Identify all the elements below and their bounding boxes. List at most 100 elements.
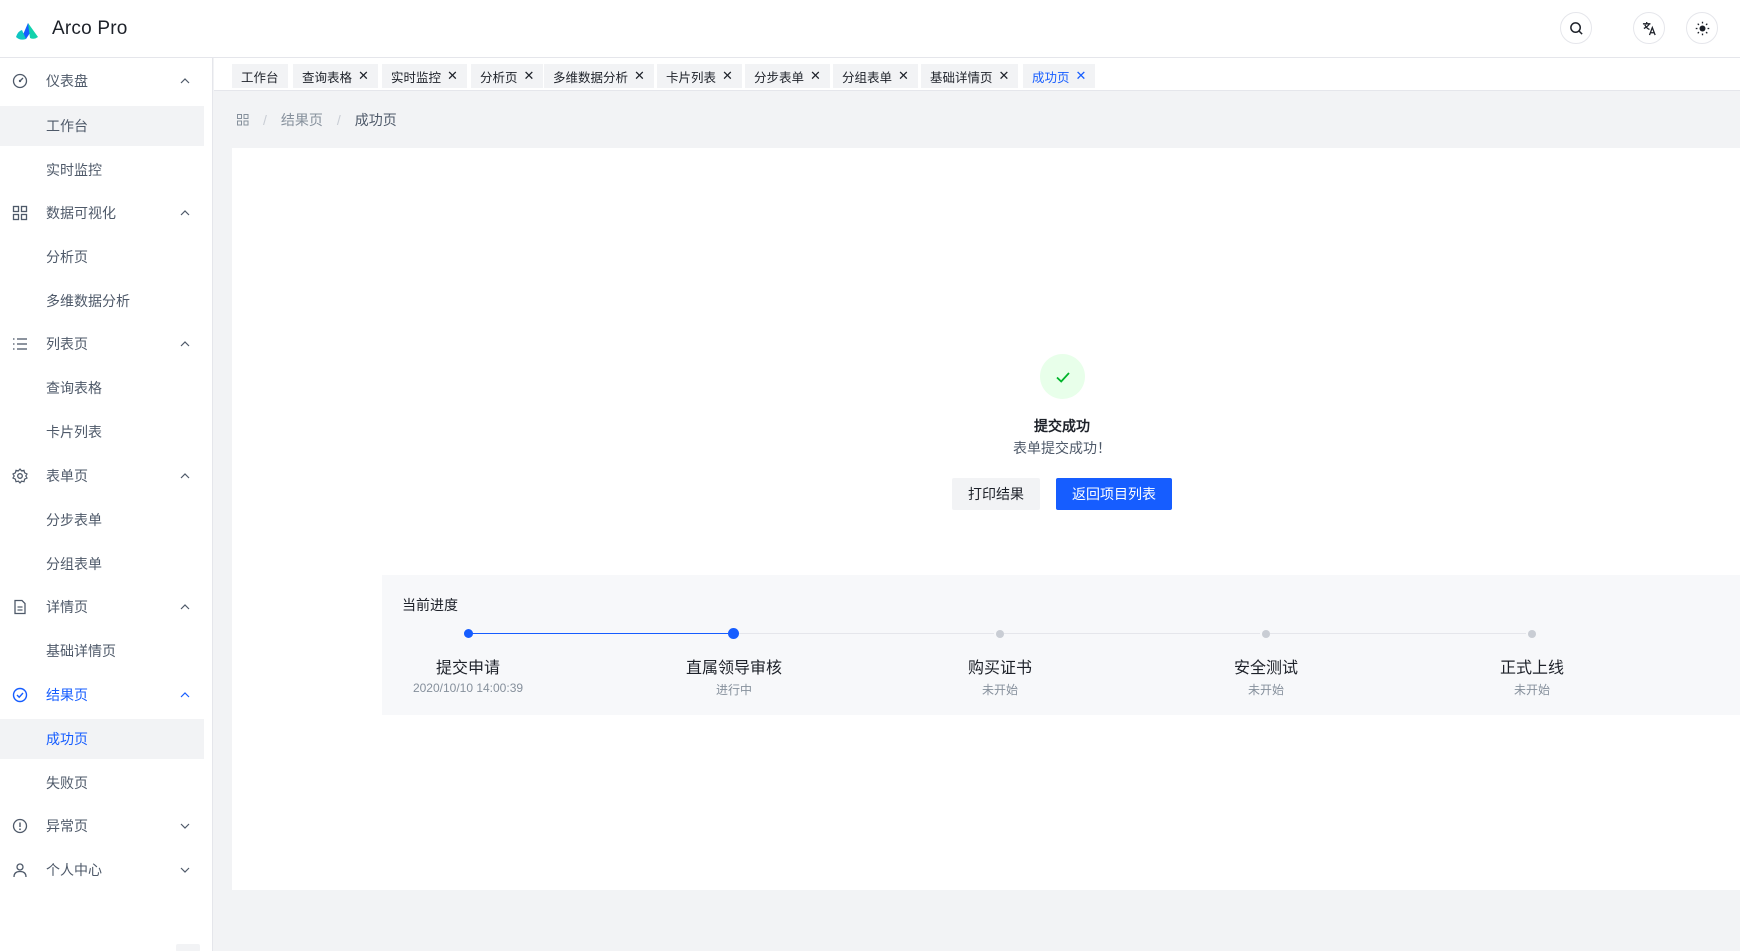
step-connector (1004, 633, 1260, 634)
user-icon (13, 863, 27, 878)
sidebar-item-success[interactable]: 成功页 (0, 719, 204, 759)
tab-multi-dimension[interactable]: 多维数据分析 ✕ (544, 64, 654, 88)
exclamation-circle-icon (12, 818, 28, 834)
step-title: 直属领导审核 (685, 660, 782, 677)
step-title: 正式上线 (1499, 660, 1564, 677)
close-icon[interactable]: ✕ (447, 68, 458, 84)
sidebar-item-card-list[interactable]: 卡片列表 (0, 412, 204, 452)
close-icon[interactable]: ✕ (524, 68, 535, 84)
sidebar-group-exception[interactable]: 异常页 (0, 806, 204, 846)
theme-sun-icon (1695, 21, 1709, 35)
tab-basic-profile[interactable]: 基础详情页 ✕ (921, 64, 1019, 88)
apps-icon[interactable] (237, 114, 249, 126)
arco-logo-icon (16, 22, 38, 40)
close-icon[interactable]: ✕ (810, 68, 821, 84)
sidebar-item-basic-profile[interactable]: 基础详情页 (0, 631, 204, 671)
sidebar-group-result[interactable]: 结果页 (0, 675, 204, 715)
sidebar-item-monitor[interactable]: 实时监控 (0, 150, 204, 190)
tab-search-table[interactable]: 查询表格 ✕ (293, 64, 378, 88)
step-description: 未开始 (981, 683, 1018, 697)
progress-panel: 当前进度 提交申请 2020/10/10 14:00:39 直属领导审核 进行中… (382, 575, 1740, 715)
step-description: 2020/10/10 14:00:39 (412, 681, 524, 695)
sidebar-collapse-button[interactable] (176, 944, 200, 951)
chevron-up-icon (180, 473, 190, 479)
step-description: 进行中 (715, 683, 752, 697)
breadcrumb-item[interactable]: 结果页 (281, 110, 323, 130)
breadcrumb: / 结果页 / 成功页 (237, 110, 397, 130)
chevron-up-icon (180, 692, 190, 698)
step-title: 购买证书 (967, 660, 1032, 677)
step-title: 安全测试 (1233, 660, 1298, 677)
print-result-button[interactable]: 打印结果 (952, 478, 1040, 510)
step-description: 未开始 (1247, 683, 1284, 697)
sidebar-group-dashboard[interactable]: 仪表盘 (0, 61, 204, 101)
step-connector (738, 633, 994, 634)
step-dot (464, 629, 473, 638)
progress-title: 当前进度 (402, 597, 458, 613)
tab-group-form[interactable]: 分组表单 ✕ (833, 64, 918, 88)
check-circle-icon (12, 687, 28, 703)
top-navbar: Arco Pro (0, 0, 1740, 58)
search-icon (1569, 21, 1583, 35)
tab-monitor[interactable]: 实时监控 ✕ (382, 64, 467, 88)
result-status-icon (1040, 354, 1085, 399)
chevron-down-icon (180, 823, 190, 829)
tab-analysis[interactable]: 分析页 ✕ (471, 64, 544, 88)
sidebar-group-user[interactable]: 个人中心 (0, 850, 204, 890)
sidebar-item-analysis[interactable]: 分析页 (0, 237, 204, 277)
sidebar-item-error[interactable]: 失败页 (0, 763, 204, 803)
sidebar-group-form[interactable]: 表单页 (0, 456, 204, 496)
list-icon (13, 338, 27, 350)
dashboard-icon (12, 73, 28, 89)
sidebar-group-list[interactable]: 列表页 (0, 324, 204, 364)
translate-icon (1642, 21, 1656, 35)
sidebar-group-visualization[interactable]: 数据可视化 (0, 193, 204, 233)
close-icon[interactable]: ✕ (722, 68, 733, 84)
sidebar-item-search-table[interactable]: 查询表格 (0, 368, 204, 408)
app-title: Arco Pro (52, 17, 128, 39)
tab-card-list[interactable]: 卡片列表 ✕ (657, 64, 742, 88)
tab-bar: 工作台 查询表格 ✕ 实时监控 ✕ 分析页 ✕ 多维数据分析 ✕ 卡片列表 ✕ 分步表单 ✕… (214, 58, 1740, 91)
search-button[interactable] (1560, 12, 1592, 44)
check-icon (1055, 371, 1070, 383)
step-connector (472, 633, 728, 634)
sidebar-group-profile[interactable]: 详情页 (0, 587, 204, 627)
file-icon (14, 599, 26, 615)
step-dot (728, 628, 739, 639)
sidebar-item-group-form[interactable]: 分组表单 (0, 544, 204, 584)
chevron-up-icon (180, 604, 190, 610)
chevron-down-icon (180, 867, 190, 873)
theme-toggle-button[interactable] (1686, 12, 1718, 44)
step-connector (1270, 633, 1526, 634)
grid-icon (12, 205, 28, 221)
close-icon[interactable]: ✕ (1076, 68, 1087, 84)
breadcrumb-separator: / (336, 112, 341, 128)
tab-workplace[interactable]: 工作台 (232, 64, 288, 88)
result-card: 提交成功 表单提交成功！ 打印结果 返回项目列表 当前进度 提交申请 2020/… (232, 148, 1740, 890)
result-subtitle: 表单提交成功！ (1013, 440, 1111, 456)
step-dot (1528, 630, 1536, 638)
tab-success[interactable]: 成功页 ✕ (1023, 64, 1096, 88)
sidebar-item-multi-dimension[interactable]: 多维数据分析 (0, 281, 204, 321)
breadcrumb-separator: / (263, 112, 267, 128)
close-icon[interactable]: ✕ (358, 68, 369, 84)
step-dot (1262, 630, 1270, 638)
language-button[interactable] (1633, 12, 1665, 44)
breadcrumb-current: 成功页 (354, 112, 397, 128)
result-title: 提交成功 (1034, 418, 1090, 434)
back-to-list-button[interactable]: 返回项目列表 (1056, 478, 1172, 510)
tab-step-form[interactable]: 分步表单 ✕ (745, 64, 830, 88)
step-dot (996, 630, 1004, 638)
close-icon[interactable]: ✕ (999, 68, 1010, 84)
close-icon[interactable]: ✕ (634, 68, 645, 84)
step-title: 提交申请 (435, 660, 500, 677)
chevron-up-icon (180, 78, 190, 84)
step-description: 未开始 (1513, 683, 1550, 697)
chevron-up-icon (180, 210, 190, 216)
sidebar-item-step-form[interactable]: 分步表单 (0, 500, 204, 540)
logo[interactable]: Arco Pro (14, 17, 128, 41)
close-icon[interactable]: ✕ (898, 68, 909, 84)
sidebar: 仪表盘 工作台 实时监控 数据可视化 分析页 多维数据分析 列表页 查询表格 卡… (0, 58, 213, 951)
sidebar-item-workplace[interactable]: 工作台 (0, 106, 204, 146)
settings-icon (12, 468, 28, 484)
